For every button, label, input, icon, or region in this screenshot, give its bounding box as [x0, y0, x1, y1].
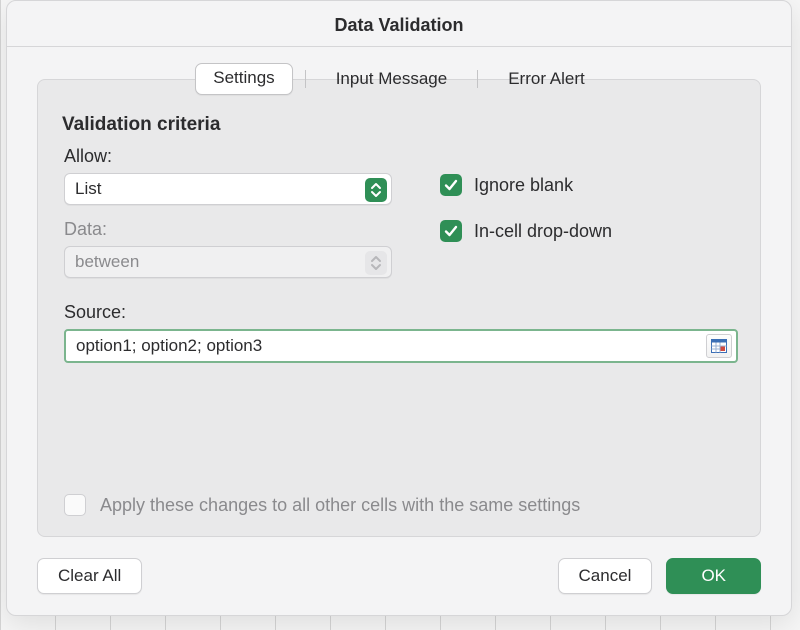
in-cell-dropdown-row[interactable]: In-cell drop-down [440, 220, 612, 242]
tab-bar: Settings Input Message Error Alert [7, 63, 791, 95]
clear-all-button[interactable]: Clear All [37, 558, 142, 594]
check-icon [443, 177, 459, 193]
data-select: between [64, 246, 392, 278]
tab-separator [305, 70, 306, 88]
source-label: Source: [64, 302, 738, 323]
ok-button[interactable]: OK [666, 558, 761, 594]
data-select-value: between [75, 252, 139, 272]
title-bar: Data Validation [7, 1, 791, 46]
source-input[interactable] [74, 330, 702, 362]
tab-error-alert[interactable]: Error Alert [490, 64, 603, 94]
validation-criteria-heading: Validation criteria [62, 114, 736, 136]
check-icon [443, 223, 459, 239]
spreadsheet-range-icon [711, 339, 727, 353]
tab-input-message[interactable]: Input Message [318, 64, 466, 94]
dialog-footer: Clear All Cancel OK [37, 557, 761, 595]
data-validation-dialog: Data Validation Settings Input Message E… [6, 0, 792, 616]
apply-to-all-label: Apply these changes to all other cells w… [100, 495, 580, 516]
allow-select[interactable]: List [64, 173, 392, 205]
settings-panel: Validation criteria Allow: List Data: be… [37, 79, 761, 537]
apply-to-all-row[interactable]: Apply these changes to all other cells w… [64, 494, 580, 516]
criteria-left-column: Allow: List Data: between [64, 146, 404, 278]
in-cell-dropdown-checkbox[interactable] [440, 220, 462, 242]
tab-separator [477, 70, 478, 88]
ignore-blank-label: Ignore blank [474, 175, 573, 196]
ignore-blank-checkbox[interactable] [440, 174, 462, 196]
tab-settings[interactable]: Settings [195, 63, 292, 95]
data-select-stepper-icon [365, 251, 387, 275]
allow-select-stepper-icon[interactable] [365, 178, 387, 202]
range-picker-button[interactable] [706, 334, 732, 358]
cancel-button[interactable]: Cancel [558, 558, 653, 594]
dialog-title: Data Validation [7, 15, 791, 36]
allow-label: Allow: [64, 146, 404, 167]
allow-select-value: List [75, 179, 101, 199]
ignore-blank-row[interactable]: Ignore blank [440, 174, 612, 196]
in-cell-dropdown-label: In-cell drop-down [474, 221, 612, 242]
title-divider [7, 46, 791, 47]
data-label: Data: [64, 219, 404, 240]
apply-to-all-checkbox[interactable] [64, 494, 86, 516]
criteria-right-column: Ignore blank In-cell drop-down [440, 174, 612, 242]
source-area: Source: [64, 302, 738, 363]
source-field [64, 329, 738, 363]
